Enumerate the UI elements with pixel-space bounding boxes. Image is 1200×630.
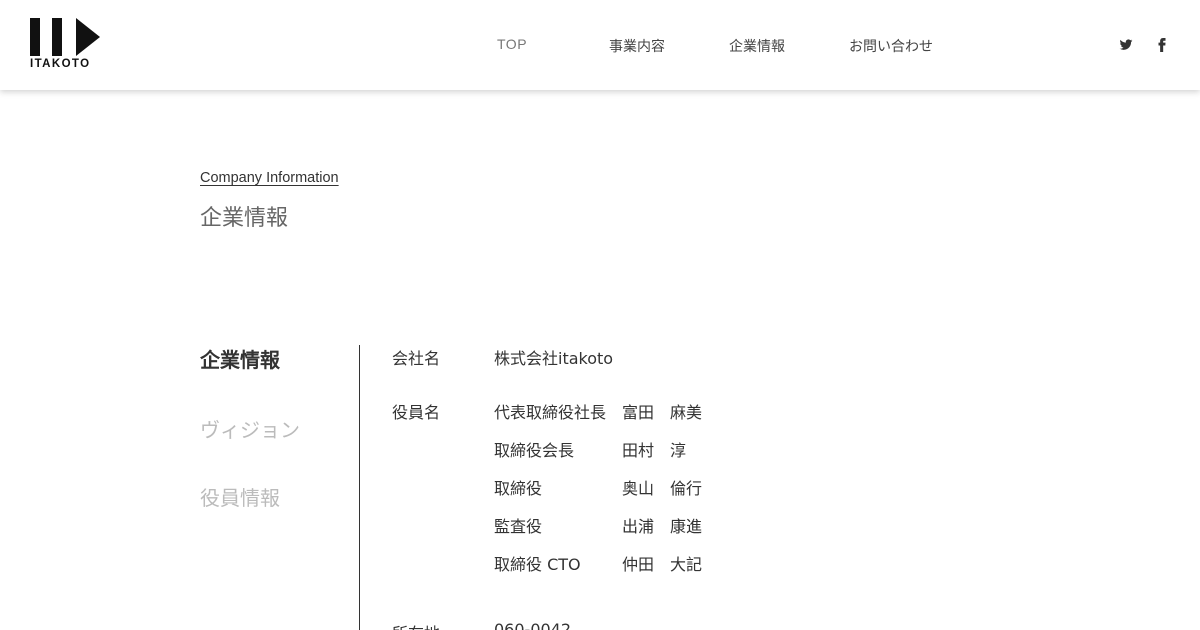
site-header: ITAKOTO TOP 事業内容 企業情報 お問い合わせ	[0, 0, 1200, 90]
officer-given-name: 康進	[670, 517, 703, 536]
facebook-icon[interactable]	[1155, 37, 1169, 52]
nav-item-business[interactable]: 事業内容	[609, 36, 665, 56]
side-menu-item-officers[interactable]: 役員情報	[200, 482, 280, 511]
nav-item-contact[interactable]: お問い合わせ	[849, 36, 933, 56]
nav-item-company[interactable]: 企業情報	[729, 36, 785, 56]
company-name-value: 株式会社itakoto	[494, 349, 614, 368]
officer-given-name: 麻美	[670, 403, 703, 422]
vertical-divider	[359, 345, 360, 630]
officer-given-name: 倫行	[670, 479, 703, 498]
itakoto-logo-mark-icon	[30, 18, 100, 56]
officer-surname: 富田	[622, 403, 655, 422]
officer-title: 監査役	[494, 517, 543, 536]
itakoto-logo[interactable]: ITAKOTO	[30, 18, 102, 72]
officer-surname: 仲田	[622, 555, 655, 574]
officer-title: 取締役	[494, 479, 543, 498]
nav-item-top[interactable]: TOP	[497, 36, 527, 52]
section-eyebrow-link[interactable]: Company Information	[200, 170, 339, 186]
officer-title: 取締役会長	[494, 441, 575, 460]
address-label: 所在地	[392, 620, 440, 630]
logo-wordmark: ITAKOTO	[30, 58, 91, 70]
officer-surname: 田村	[622, 441, 655, 460]
officer-surname: 奥山	[622, 479, 655, 498]
officer-given-name: 大記	[670, 555, 703, 574]
twitter-icon[interactable]	[1119, 37, 1133, 51]
company-name-label: 会社名	[392, 349, 441, 368]
side-menu-item-vision[interactable]: ヴィジョン	[200, 414, 300, 443]
address-value: 060-0042	[494, 620, 572, 630]
page-title: 企業情報	[200, 206, 289, 231]
officer-given-name: 淳	[670, 441, 687, 460]
officers-label: 役員名	[392, 403, 441, 422]
side-menu-item-company[interactable]: 企業情報	[200, 344, 280, 373]
officer-title: 代表取締役社長	[494, 403, 607, 422]
officer-title: 取締役 CTO	[494, 555, 581, 574]
officer-surname: 出浦	[622, 517, 655, 536]
